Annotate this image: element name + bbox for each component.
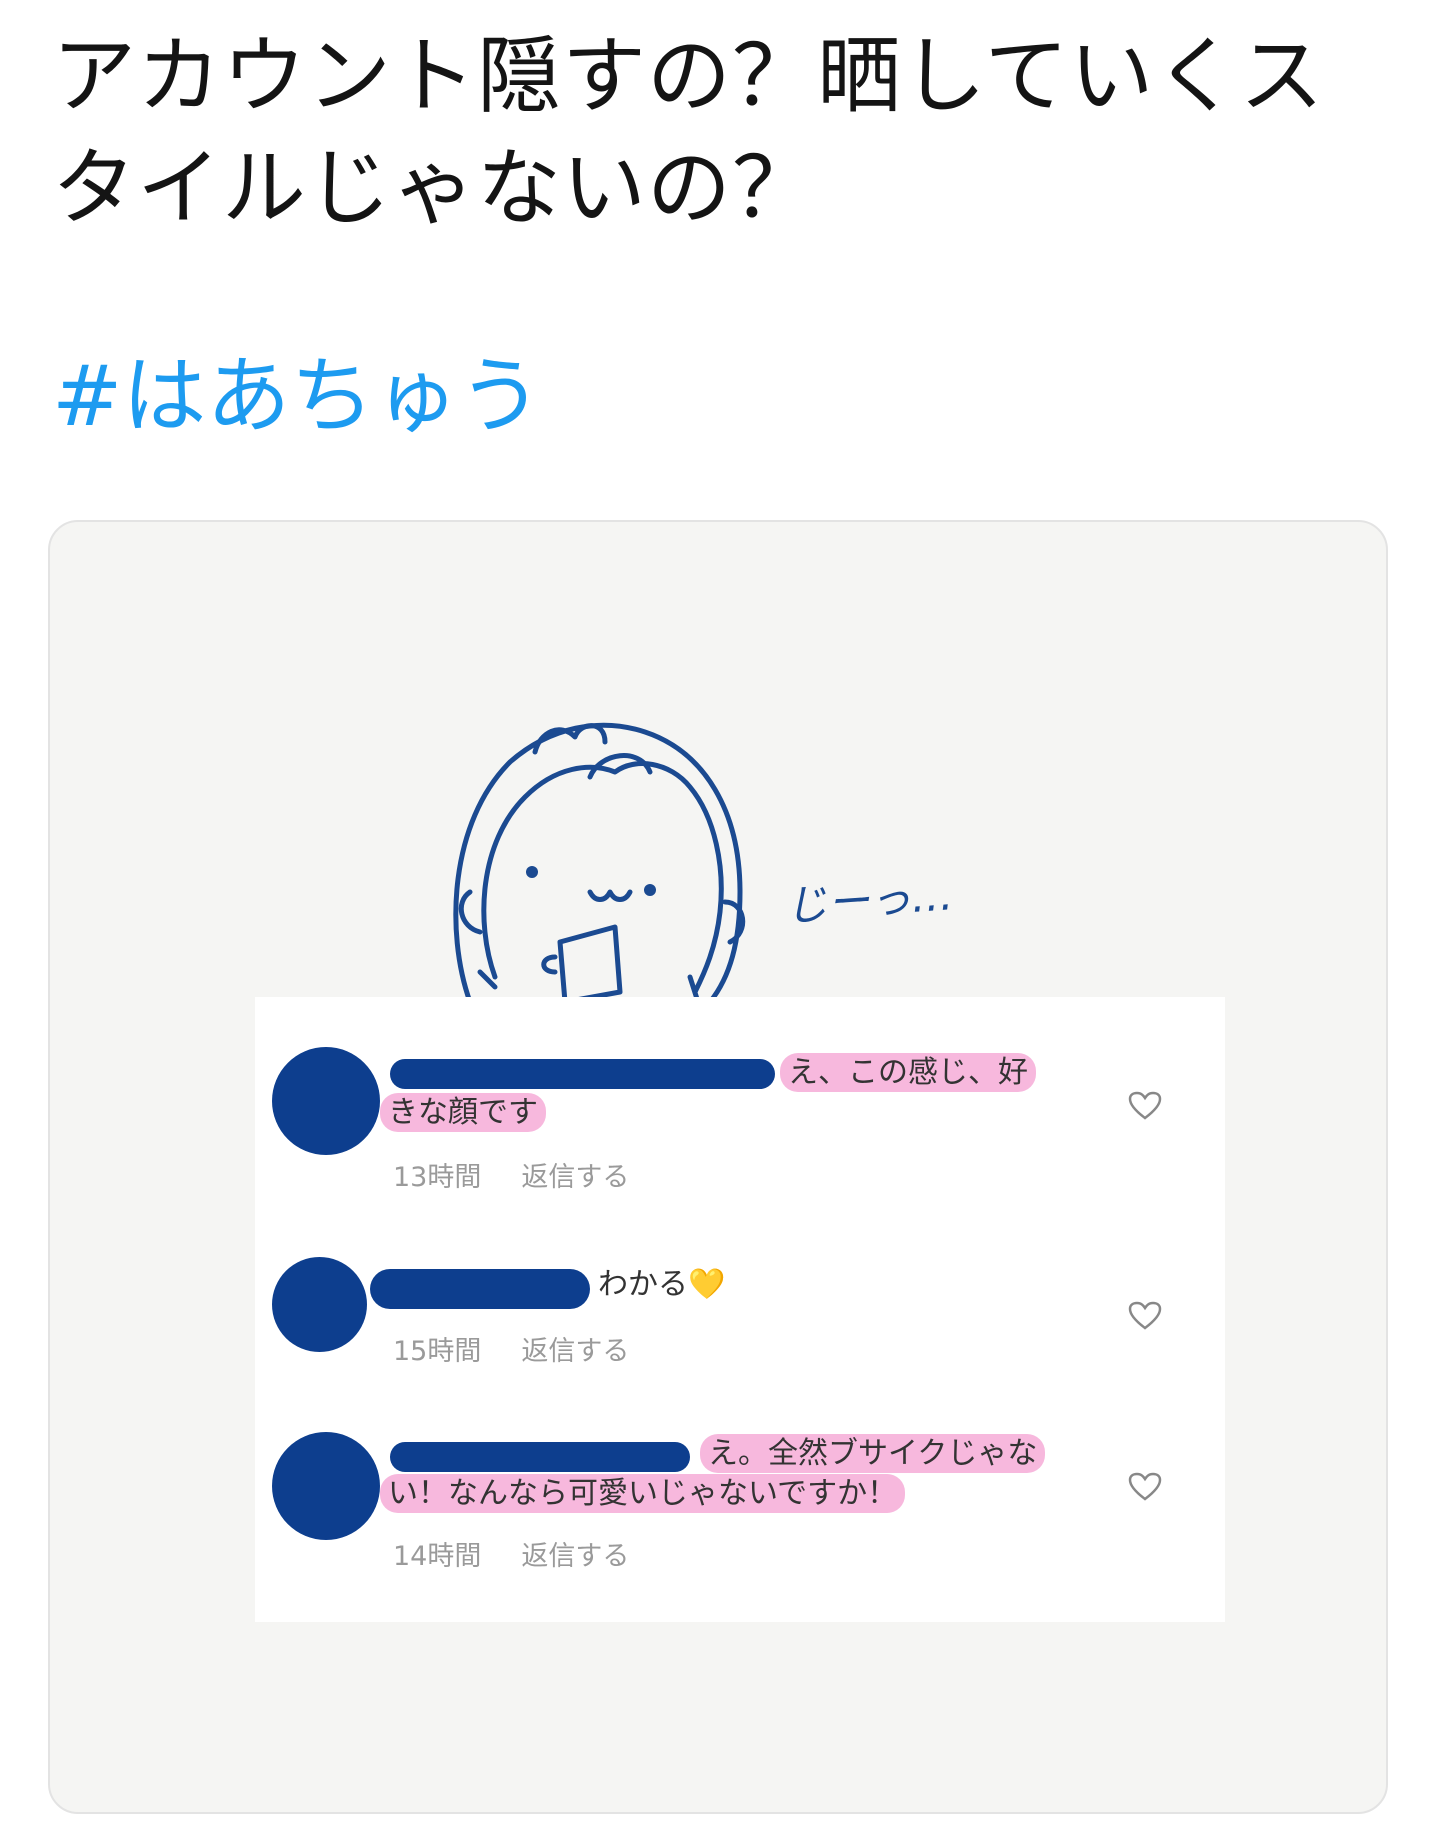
heart-icon[interactable] <box>1128 1091 1162 1121</box>
redacted-username <box>370 1269 590 1309</box>
comment-meta: 14時間 返信する <box>393 1534 629 1573</box>
avatar <box>272 1432 380 1540</box>
heart-icon[interactable] <box>1128 1301 1162 1331</box>
comment-text-line2: きな顔です <box>380 1093 546 1133</box>
comment-meta: 15時間 返信する <box>393 1329 629 1368</box>
comment-text-line1: え。全然ブサイクじゃな <box>700 1434 1046 1474</box>
reply-link[interactable]: 返信する <box>521 1336 629 1367</box>
comment-time: 14時間 <box>393 1541 482 1572</box>
reply-link[interactable]: 返信する <box>521 1541 629 1572</box>
comment-text: わかる💛 <box>598 1267 726 1302</box>
tweet-text: アカウント隠すの？晒していくスタイルじゃないの？ <box>52 27 1325 237</box>
comment-text-line1: え、この感じ、好 <box>780 1053 1036 1093</box>
mumble-text: じーっ… <box>783 870 955 931</box>
comment-time: 13時間 <box>393 1162 482 1193</box>
peeking-character-illustration <box>453 722 746 1005</box>
hashtag-link[interactable]: #はあちゅう <box>52 340 542 452</box>
avatar <box>272 1257 367 1352</box>
redacted-username <box>390 1059 775 1089</box>
redacted-username <box>390 1442 690 1472</box>
reply-link[interactable]: 返信する <box>521 1162 629 1193</box>
avatar <box>272 1047 380 1155</box>
tweet-media[interactable]: じーっ… え、この感じ、好 きな顔です 13時間 返信する わかる💛 15時間 … <box>48 520 1388 1814</box>
comment-text-line2: い！なんなら可愛いじゃないですか！ <box>380 1474 906 1514</box>
comment-screenshot: え、この感じ、好 きな顔です 13時間返信する わかる💛 15時間返信する <box>255 997 1225 1622</box>
heart-icon[interactable] <box>1128 1472 1162 1502</box>
comment-meta: 13時間 返信する <box>393 1155 629 1194</box>
comment-time: 15時間 <box>393 1336 482 1367</box>
